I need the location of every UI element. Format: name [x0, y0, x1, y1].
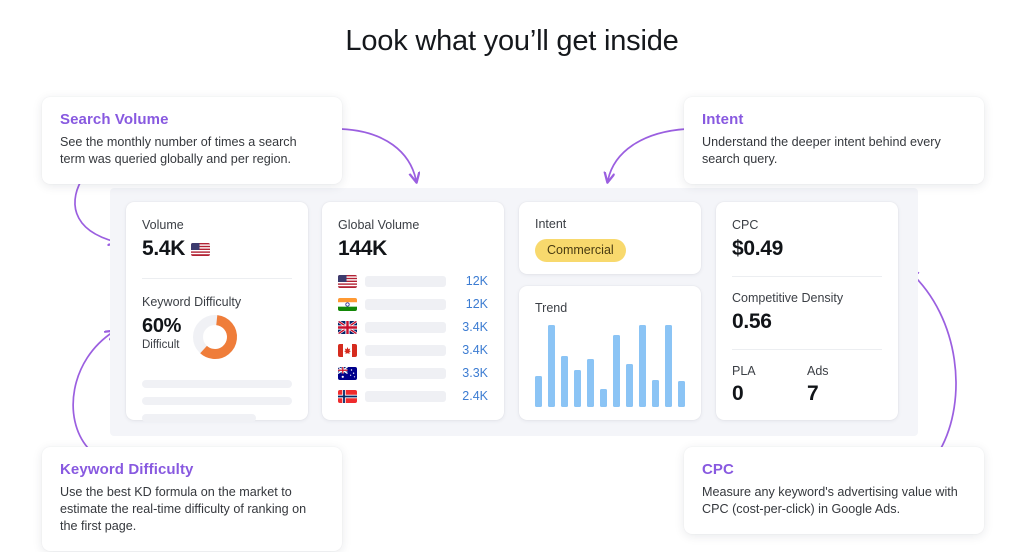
global-volume-row: 12K — [338, 297, 488, 311]
global-volume-row-value: 2.4K — [462, 389, 488, 403]
placeholder-row — [142, 414, 256, 422]
global-volume-row: 12K — [338, 274, 488, 288]
flag-no-icon — [338, 389, 357, 403]
card-volume: Volume 5.4K Keyword Difficulty 60% Diffi… — [126, 202, 308, 422]
global-volume-bar-track — [365, 390, 446, 402]
flag-ca-icon — [338, 343, 357, 357]
flag-us-icon — [191, 242, 211, 256]
global-volume-bar-track — [365, 344, 446, 356]
trend-bar — [587, 359, 594, 407]
global-volume-row: 3.4K — [338, 343, 488, 357]
global-volume-row: 3.3K — [338, 366, 488, 380]
flag-in-icon — [338, 297, 357, 311]
callout-title: Intent — [702, 111, 744, 128]
pla-value: 0 — [732, 382, 744, 405]
trend-bar — [600, 388, 607, 407]
trend-bar — [613, 334, 620, 407]
card-trend: Trend — [519, 286, 701, 420]
competitive-density-value: 0.56 — [732, 310, 772, 333]
card-intent: Intent Commercial — [519, 202, 701, 274]
global-volume-row: 3.4K — [338, 320, 488, 334]
global-volume-bar-track — [365, 298, 446, 310]
global-volume-row-value: 3.3K — [462, 366, 488, 380]
global-volume-list: 12K 12K 3.4K 3.4K 3.3K 2.4K — [338, 274, 488, 403]
global-volume-row: 2.4K — [338, 389, 488, 403]
divider — [732, 276, 882, 277]
trend-bar — [639, 325, 646, 407]
callout-intent: Intent Understand the deeper intent behi… — [684, 97, 984, 184]
page-title: Look what you’ll get inside — [345, 25, 679, 57]
kd-subtitle: Difficult — [142, 339, 180, 351]
global-volume-bar-track — [365, 321, 446, 333]
callout-body: Measure any keyword's advertising value … — [702, 485, 958, 516]
intent-badge: Commercial — [535, 239, 626, 262]
volume-value: 5.4K — [142, 237, 186, 260]
kd-value: 60% — [142, 315, 182, 337]
ads-value: 7 — [807, 382, 819, 405]
placeholder-row — [142, 380, 292, 388]
card-cpc-metrics: CPC $0.49 Competitive Density 0.56 PLA 0… — [716, 202, 898, 420]
kd-donut-chart — [191, 313, 239, 366]
placeholder-row — [142, 397, 292, 405]
trend-bar — [561, 356, 568, 407]
callout-title: Keyword Difficulty — [60, 461, 194, 478]
placeholder-rows — [142, 380, 292, 422]
callout-cpc: CPC Measure any keyword's advertising va… — [684, 447, 984, 534]
cpc-value: $0.49 — [732, 237, 784, 260]
global-volume-value: 144K — [338, 237, 388, 260]
callout-body: See the monthly number of times a search… — [60, 135, 297, 166]
trend-bar — [665, 325, 672, 407]
trend-bar — [678, 380, 685, 407]
card-global-volume: Global Volume 144K 12K 12K 3.4K 3.4K 3.3K 2.4… — [322, 202, 504, 420]
flag-au-icon — [338, 366, 357, 380]
flag-gb-icon — [338, 320, 357, 334]
volume-label: Volume — [142, 218, 184, 232]
arrow-keyword-difficulty — [72, 332, 113, 449]
callout-title: CPC — [702, 461, 734, 478]
arrow-global-volume — [340, 128, 416, 180]
callout-body: Understand the deeper intent behind ever… — [702, 135, 941, 166]
callout-search-volume: Search Volume See the monthly number of … — [42, 97, 342, 184]
competitive-density-label: Competitive Density — [732, 291, 844, 305]
callout-body: Use the best KD formula on the market to… — [60, 485, 307, 533]
ads-label: Ads — [807, 364, 829, 378]
global-volume-label: Global Volume — [338, 218, 420, 232]
global-volume-row-value: 12K — [465, 274, 488, 288]
global-volume-row-value: 3.4K — [462, 320, 488, 334]
trend-bar — [535, 375, 542, 407]
trend-bar — [574, 370, 581, 407]
pla-label: PLA — [732, 364, 756, 378]
divider — [732, 349, 882, 350]
flag-us-icon — [338, 274, 357, 288]
global-volume-bar-track — [365, 367, 446, 379]
cpc-label: CPC — [732, 218, 759, 232]
global-volume-row-value: 12K — [465, 297, 488, 311]
callout-title: Search Volume — [60, 111, 169, 128]
trend-bar — [652, 379, 659, 407]
intent-label: Intent — [535, 217, 567, 231]
arrow-intent — [608, 128, 687, 180]
divider — [142, 278, 292, 279]
trend-bar — [626, 364, 633, 407]
trend-bar-chart — [535, 325, 685, 407]
kd-label: Keyword Difficulty — [142, 295, 242, 309]
global-volume-bar-track — [365, 275, 446, 287]
callout-keyword-difficulty: Keyword Difficulty Use the best KD formu… — [42, 447, 342, 551]
trend-label: Trend — [535, 301, 568, 315]
page-root: Look what you’ll get inside Search Volum… — [0, 0, 1024, 552]
trend-bar — [548, 325, 555, 407]
global-volume-row-value: 3.4K — [462, 343, 488, 357]
